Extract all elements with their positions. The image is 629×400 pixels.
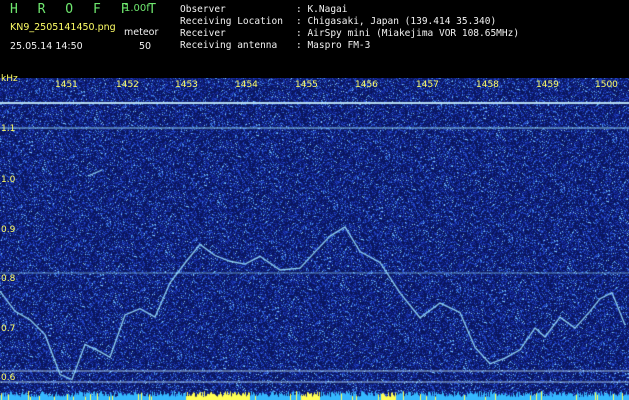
info-key-location: Receiving Location (180, 16, 283, 27)
x-tick-label: 1454 (235, 80, 258, 90)
info-key-antenna: Receiving antenna (180, 40, 278, 51)
y-tick-label: 0.7 (1, 324, 16, 334)
info-value-location: : Chigasaki, Japan (139.414 35.340) (296, 16, 497, 27)
info-key-observer: Observer (180, 4, 226, 15)
mode-label: meteor (124, 27, 159, 38)
y-axis-unit: kHz (1, 74, 18, 84)
mode-value: 50 (139, 41, 152, 52)
y-tick-label: 0.9 (1, 225, 16, 235)
info-key-receiver: Receiver (180, 28, 226, 39)
y-tick-label: 0.8 (1, 274, 16, 284)
spectrogram-panel (0, 78, 629, 400)
header-panel: H R O F F T 1.00f KN9_2505141450.png met… (0, 0, 629, 78)
x-tick-label: 1457 (416, 80, 439, 90)
y-tick-label: 1.1 (1, 124, 16, 134)
spectrogram-canvas (0, 78, 629, 400)
info-value-antenna: : Maspro FM-3 (296, 40, 371, 51)
x-tick-label: 1452 (116, 80, 139, 90)
x-tick-label: 1451 (55, 80, 78, 90)
y-tick-label: 0.6 (1, 373, 16, 383)
x-tick-label: 1456 (355, 80, 378, 90)
x-tick-label: 1500 (595, 80, 618, 90)
x-tick-label: 1453 (175, 80, 198, 90)
x-tick-label: 1455 (295, 80, 318, 90)
y-tick-label: 1.0 (1, 175, 16, 185)
info-value-receiver: : AirSpy mini (Miakejima VOR 108.65MHz) (296, 28, 520, 39)
timestamp: 25.05.14 14:50 (10, 41, 83, 52)
app-version: 1.00f (124, 3, 150, 14)
x-tick-label: 1458 (476, 80, 499, 90)
info-value-observer: : K.Nagai (296, 4, 348, 15)
x-tick-label: 1459 (536, 80, 559, 90)
file-name: KN9_2505141450.png (10, 22, 116, 33)
